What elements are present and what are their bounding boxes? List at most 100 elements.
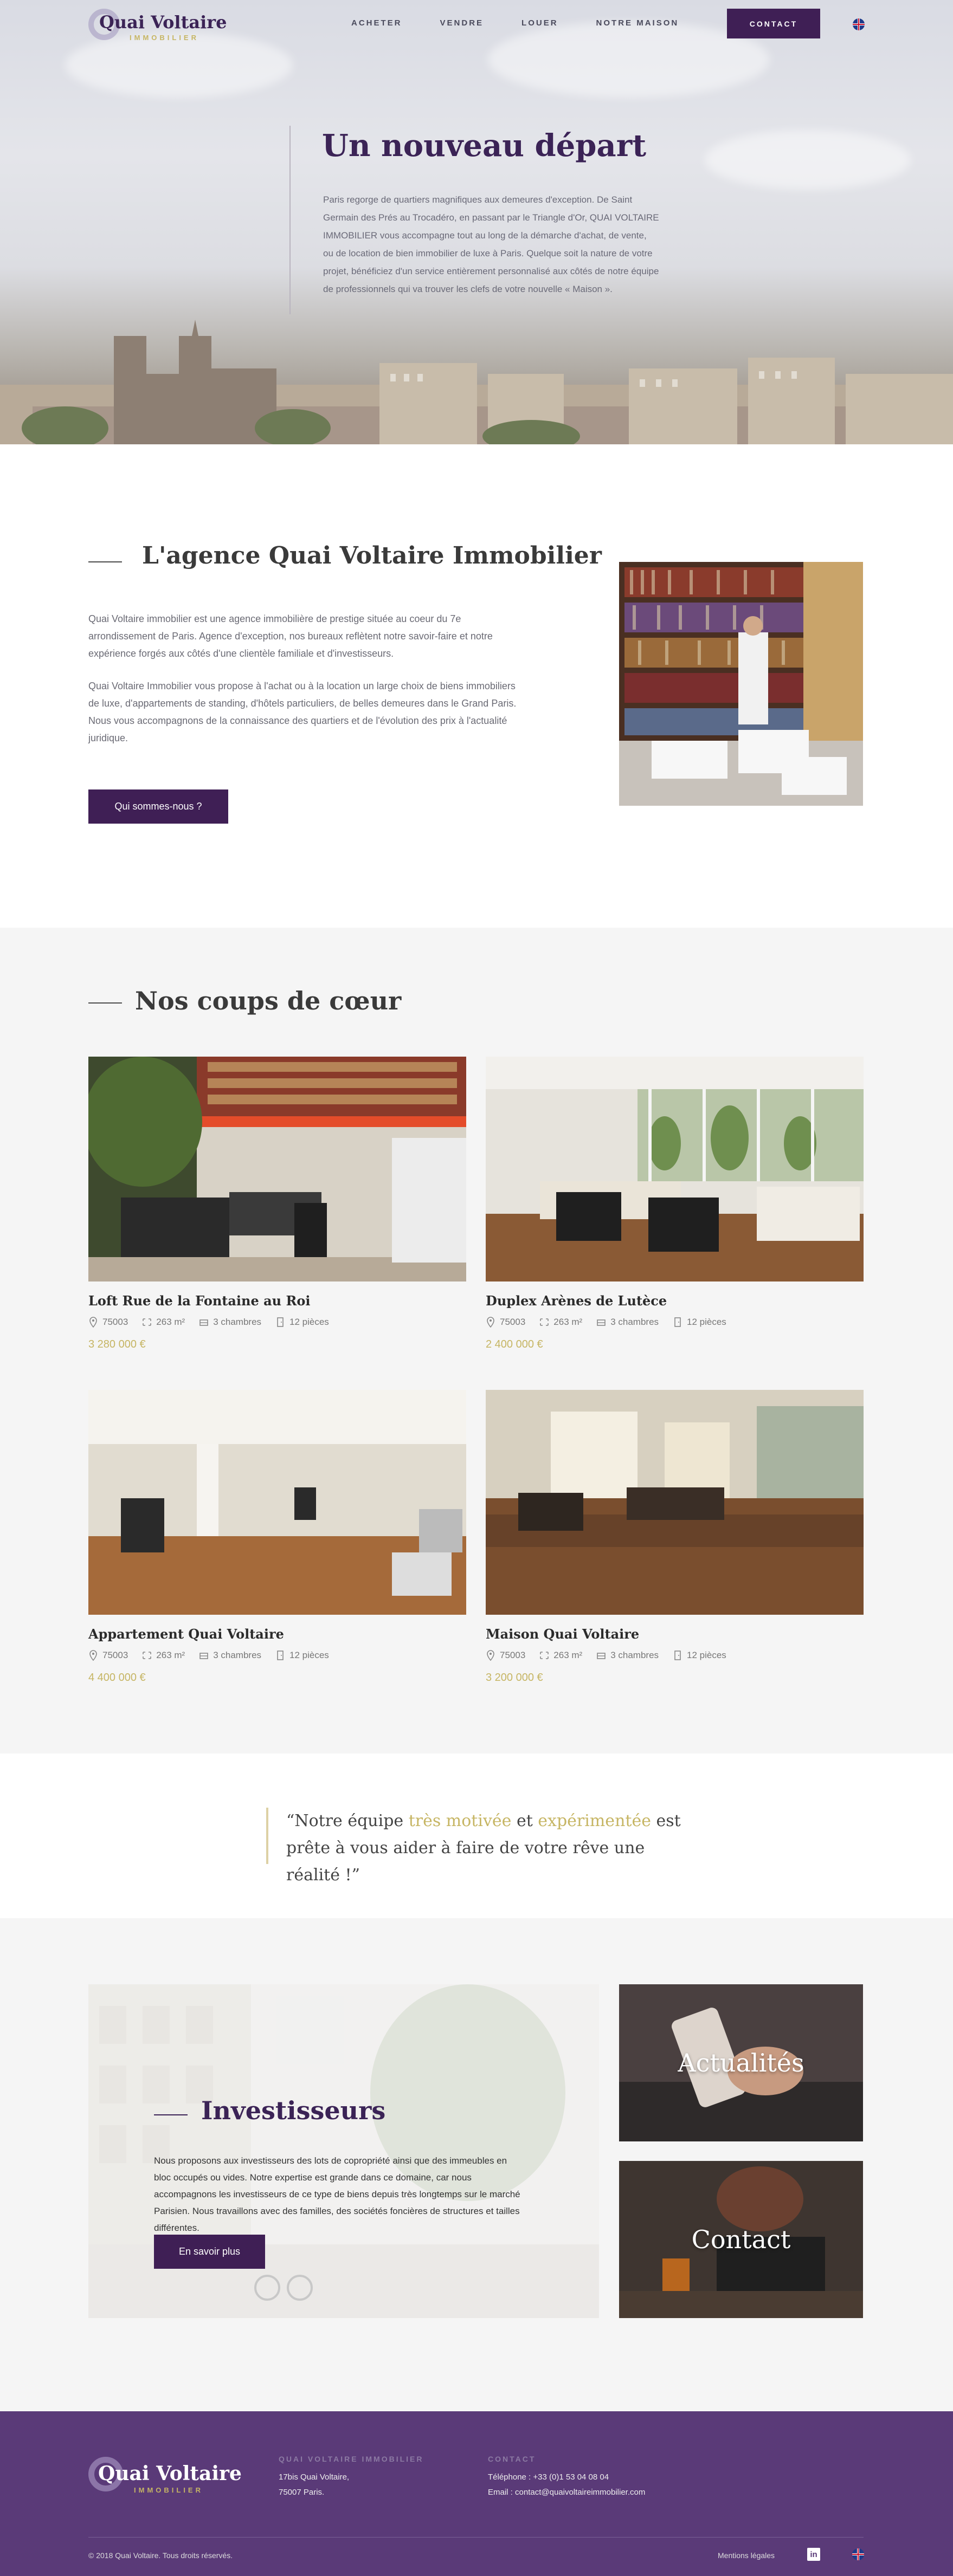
area-icon bbox=[143, 1318, 152, 1326]
meta-bedrooms: 3 chambres bbox=[199, 1317, 261, 1328]
news-label: Actualités bbox=[678, 2048, 804, 2077]
footer-company-heading: QUAI VOLTAIRE IMMOBILIER bbox=[279, 2455, 424, 2463]
agency-section: L'agence Quai Voltaire Immobilier Quai V… bbox=[0, 444, 953, 928]
site-header: Quai Voltaire IMMOBILIER ACHETER VENDRE … bbox=[0, 0, 953, 49]
property-card[interactable]: Loft Rue de la Fontaine au Roi 75003 263… bbox=[88, 1057, 466, 1360]
quote-rule bbox=[266, 1808, 268, 1864]
property-price: 3 200 000 € bbox=[486, 1672, 543, 1684]
property-card[interactable]: Maison Quai Voltaire 75003 263 m² 3 cham… bbox=[486, 1390, 864, 1693]
investors-section: Investisseurs Nous proposons aux investi… bbox=[0, 1918, 953, 2411]
apartment-photo-image bbox=[88, 1390, 466, 1615]
hero-divider bbox=[289, 126, 291, 314]
bedrooms-text: 3 chambres bbox=[213, 1650, 262, 1660]
section-title-rule bbox=[88, 1002, 122, 1004]
meta-bedrooms: 3 chambres bbox=[596, 1317, 659, 1328]
meta-area: 263 m² bbox=[539, 1317, 582, 1328]
property-title[interactable]: Duplex Arènes de Lutèce bbox=[486, 1293, 667, 1309]
quote-part: “Notre équipe bbox=[286, 1811, 409, 1830]
investors-text: Nous proposons aux investisseurs des lot… bbox=[154, 2156, 520, 2233]
contact-label: Contact bbox=[691, 2225, 791, 2254]
meta-postcode: 75003 bbox=[486, 1317, 525, 1328]
footer-logo[interactable]: Quai Voltaire IMMOBILIER bbox=[88, 2457, 242, 2495]
rooms-text: 12 pièces bbox=[289, 1317, 329, 1327]
property-meta: 75003 263 m² 3 chambres 12 pièces bbox=[486, 1317, 740, 1328]
location-pin-icon bbox=[487, 1317, 494, 1328]
quote-part: et bbox=[511, 1811, 538, 1830]
bedrooms-text: 3 chambres bbox=[610, 1317, 659, 1327]
uk-flag-icon[interactable] bbox=[853, 18, 865, 30]
property-title[interactable]: Maison Quai Voltaire bbox=[486, 1626, 639, 1642]
area-icon bbox=[143, 1652, 152, 1659]
bed-icon bbox=[199, 1653, 209, 1659]
investors-panel: Investisseurs Nous proposons aux investi… bbox=[88, 1984, 599, 2318]
logo-title: Quai Voltaire bbox=[99, 12, 227, 33]
news-card[interactable]: Actualités bbox=[619, 1984, 863, 2141]
bed-icon bbox=[597, 1653, 606, 1659]
meta-bedrooms: 3 chambres bbox=[199, 1650, 261, 1661]
property-card[interactable]: Appartement Quai Voltaire 75003 263 m² 3… bbox=[88, 1390, 466, 1693]
door-icon bbox=[674, 1651, 681, 1660]
meta-area: 263 m² bbox=[539, 1650, 582, 1661]
property-price: 4 400 000 € bbox=[88, 1672, 146, 1684]
footer-phone[interactable]: Téléphone : +33 (0)1 53 04 08 04 bbox=[488, 2470, 609, 2485]
nav-item-vendre[interactable]: VENDRE bbox=[440, 18, 484, 28]
area-text: 263 m² bbox=[553, 1650, 583, 1660]
favorites-title: Nos coups de cœur bbox=[135, 986, 402, 1015]
rooms-text: 12 pièces bbox=[687, 1317, 726, 1327]
footer-address-line-2: 75007 Paris. bbox=[279, 2488, 325, 2497]
main-nav: ACHETER VENDRE LOUER NOTRE MAISON bbox=[351, 18, 717, 28]
area-text: 263 m² bbox=[156, 1317, 185, 1327]
property-price: 3 280 000 € bbox=[88, 1338, 146, 1350]
footer-email[interactable]: Email : contact@quaivoltaireimmobilier.c… bbox=[488, 2485, 645, 2500]
legal-notice-link[interactable]: Mentions légales bbox=[718, 2551, 775, 2560]
property-photo[interactable] bbox=[88, 1057, 466, 1281]
location-pin-icon bbox=[487, 1650, 494, 1661]
favorites-section: Nos coups de cœur Loft Rue de la Fontain… bbox=[0, 928, 953, 1753]
linkedin-icon[interactable]: in bbox=[807, 2548, 820, 2561]
investors-title: Investisseurs bbox=[201, 2096, 386, 2125]
about-us-button[interactable]: Qui sommes-nous ? bbox=[88, 789, 228, 824]
property-title[interactable]: Appartement Quai Voltaire bbox=[88, 1626, 284, 1642]
rooms-text: 12 pièces bbox=[289, 1650, 329, 1660]
contact-card[interactable]: Contact bbox=[619, 2161, 863, 2318]
footer-copyright: © 2018 Quai Voltaire. Tous droits réserv… bbox=[88, 2551, 233, 2560]
bed-icon bbox=[199, 1319, 209, 1326]
meta-area: 263 m² bbox=[142, 1317, 185, 1328]
meta-area: 263 m² bbox=[142, 1650, 185, 1661]
meta-rooms: 12 pièces bbox=[673, 1317, 726, 1328]
agency-office-photo bbox=[619, 562, 863, 806]
property-meta: 75003 263 m² 3 chambres 12 pièces bbox=[88, 1317, 343, 1328]
site-logo[interactable]: Quai Voltaire IMMOBILIER bbox=[88, 8, 227, 42]
meta-rooms: 12 pièces bbox=[673, 1650, 726, 1661]
agency-title: L'agence Quai Voltaire Immobilier bbox=[142, 542, 602, 569]
property-meta: 75003 263 m² 3 chambres 12 pièces bbox=[88, 1650, 343, 1661]
bookshelf-image bbox=[619, 562, 863, 806]
property-photo[interactable] bbox=[88, 1390, 466, 1615]
duplex-photo-image bbox=[486, 1057, 864, 1281]
location-pin-icon bbox=[89, 1317, 97, 1328]
logo-tagline: IMMOBILIER bbox=[130, 34, 199, 42]
nav-item-louer[interactable]: LOUER bbox=[521, 18, 558, 28]
property-title[interactable]: Loft Rue de la Fontaine au Roi bbox=[88, 1293, 311, 1309]
location-pin-icon bbox=[89, 1650, 97, 1661]
meta-postcode: 75003 bbox=[486, 1650, 525, 1661]
property-photo[interactable] bbox=[486, 1390, 864, 1615]
footer-contact-heading: CONTACT bbox=[488, 2455, 536, 2463]
property-photo[interactable] bbox=[486, 1057, 864, 1281]
contact-button[interactable]: CONTACT bbox=[727, 9, 820, 38]
hero-title: Un nouveau départ bbox=[322, 128, 647, 164]
property-card[interactable]: Duplex Arènes de Lutèce 75003 263 m² 3 c… bbox=[486, 1057, 864, 1360]
quote-text: “Notre équipe très motivée et expériment… bbox=[286, 1808, 698, 1889]
meta-bedrooms: 3 chambres bbox=[596, 1650, 659, 1661]
meta-postcode: 75003 bbox=[88, 1317, 128, 1328]
nav-item-acheter[interactable]: ACHETER bbox=[351, 18, 402, 28]
footer-divider bbox=[88, 2537, 864, 2538]
bedrooms-text: 3 chambres bbox=[610, 1650, 659, 1660]
house-photo-image bbox=[486, 1390, 864, 1615]
quote-section: “Notre équipe très motivée et expériment… bbox=[0, 1753, 953, 1918]
meta-rooms: 12 pièces bbox=[275, 1317, 329, 1328]
footer-address-line-1: 17bis Quai Voltaire, bbox=[279, 2473, 350, 2482]
uk-flag-icon[interactable] bbox=[852, 2548, 864, 2560]
learn-more-button[interactable]: En savoir plus bbox=[154, 2235, 265, 2269]
nav-item-notre-maison[interactable]: NOTRE MAISON bbox=[596, 18, 679, 28]
